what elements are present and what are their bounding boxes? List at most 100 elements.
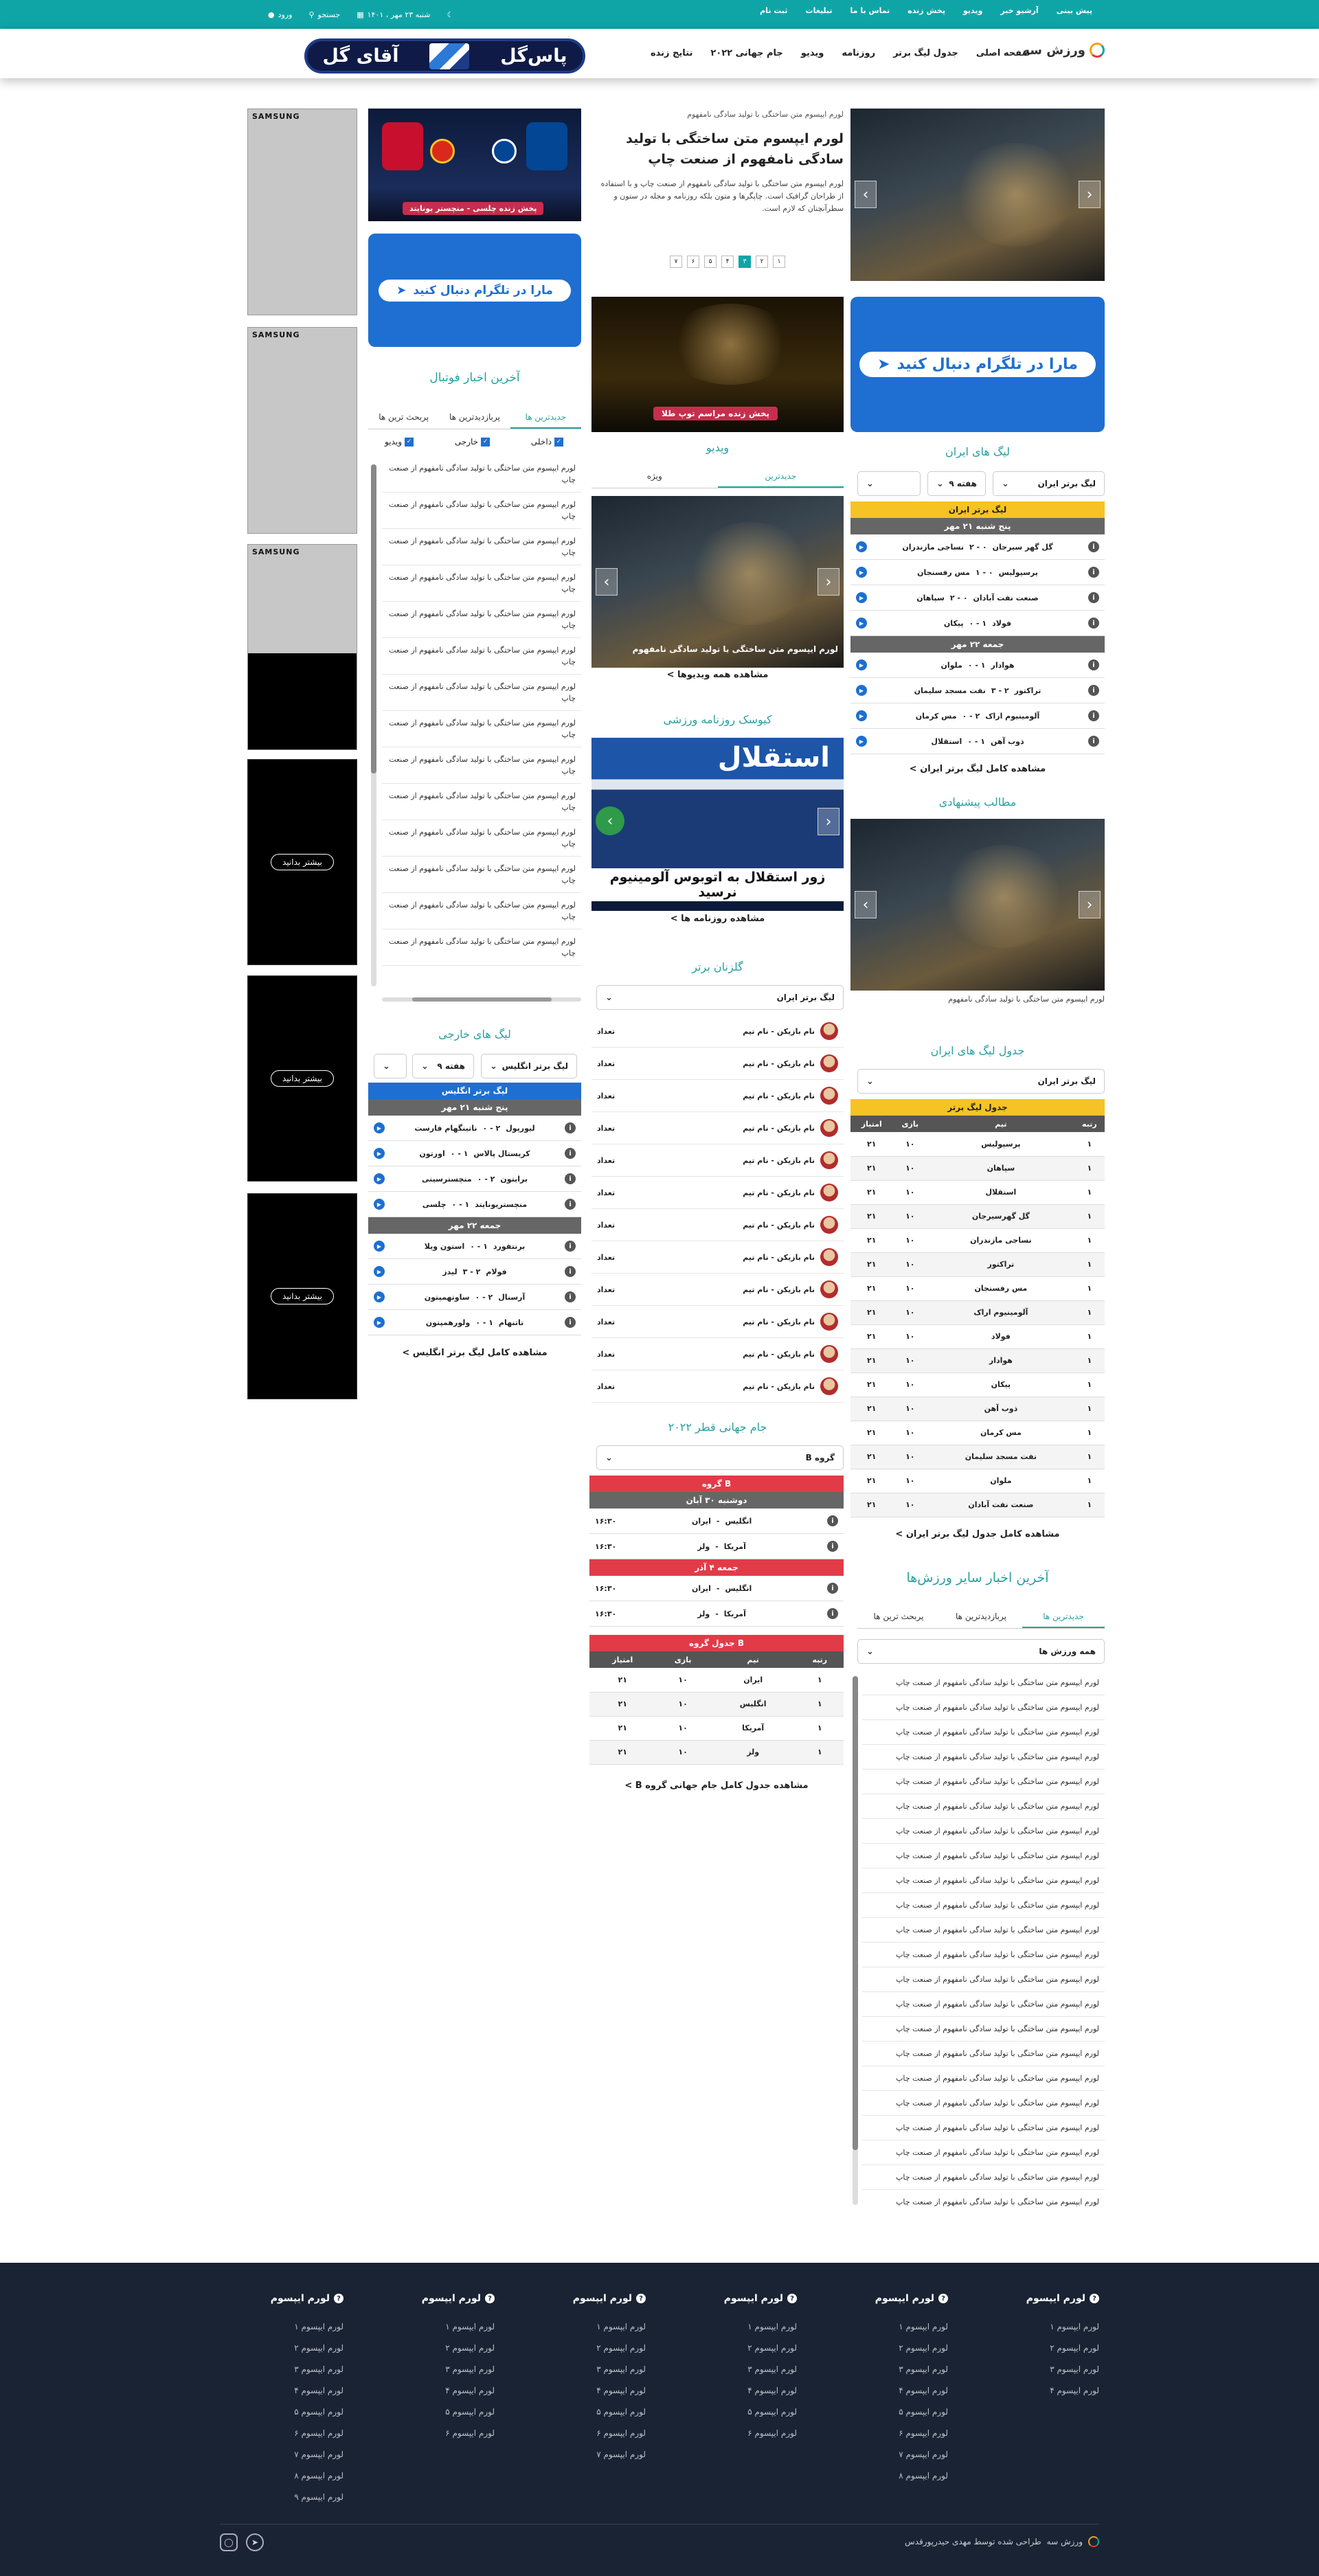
news-item[interactable]: لورم ایپسوم متن ساختگی با تولید سادگی نا… xyxy=(382,529,581,565)
news-item[interactable]: لورم ایپسوم متن ساختگی با تولید سادگی نا… xyxy=(382,747,581,784)
news-item[interactable]: لورم ایپسوم متن ساختگی با تولید سادگی نا… xyxy=(862,1844,1105,1868)
site-logo[interactable]: ورزش سه xyxy=(1022,43,1105,58)
match-row[interactable]: i انگلیس - ایران ۱۶:۳۰ xyxy=(589,1509,844,1534)
news-item[interactable]: لورم ایپسوم متن ساختگی با تولید سادگی نا… xyxy=(382,857,581,893)
scorer-row[interactable]: نام بازیکن - نام تیم تعداد xyxy=(591,1048,844,1080)
top-link-video[interactable]: ویدیو xyxy=(963,6,982,15)
standings-row[interactable]: ۱ ملوان ۱۰ ۲۱ xyxy=(850,1469,1105,1493)
news-item[interactable]: لورم ایپسوم متن ساختگی با تولید سادگی نا… xyxy=(862,2165,1105,2190)
other-sports-select[interactable]: همه ورزش ها ⌄ xyxy=(857,1639,1105,1664)
match-row[interactable]: i برنتفورد ۱ - ۰ استون ویلا ▶ xyxy=(368,1234,581,1259)
footer-link[interactable]: لورم ایپسوم ۳ xyxy=(398,2359,495,2380)
footer-link[interactable]: لورم ایپسوم ۲ xyxy=(398,2338,495,2359)
hero-dot[interactable]: ۷ xyxy=(670,256,682,268)
tab-video-special[interactable]: ویژه xyxy=(591,464,718,488)
nav-league-table[interactable]: جدول لیگ برتر xyxy=(893,48,958,58)
play-icon[interactable]: ▶ xyxy=(374,1199,385,1210)
filter-video[interactable]: ✓ ویدیو xyxy=(385,437,414,447)
standings-row[interactable]: ۱ انگلیس ۱۰ ۲۱ xyxy=(589,1692,844,1717)
play-icon[interactable]: ▶ xyxy=(856,592,867,603)
footer-link[interactable]: لورم ایپسوم ۴ xyxy=(398,2380,495,2402)
match-row[interactable]: i آرسنال ۲ - ۰ ساوتهمپتون ▶ xyxy=(368,1285,581,1310)
footer-link[interactable]: لورم ایپسوم ۶ xyxy=(247,2423,343,2444)
iran-table-more-link[interactable]: مشاهده کامل جدول لیگ برتر ایران > xyxy=(850,1529,1105,1539)
match-row[interactable]: i تراکتور ۲ - ۳ نفت مسجد سلیمان ▶ xyxy=(850,678,1105,703)
foreign-filter-select[interactable]: ⌄ xyxy=(374,1054,407,1078)
footer-link[interactable]: لورم ایپسوم ۷ xyxy=(852,2444,948,2465)
foreign-league-select[interactable]: لیگ برتر انگلیس ⌄ xyxy=(481,1054,577,1078)
footer-link[interactable]: لورم ایپسوم ۸ xyxy=(852,2465,948,2487)
scorer-row[interactable]: نام بازیکن - نام تیم تعداد xyxy=(591,1144,844,1177)
newspaper-prev-button[interactable]: ‹ xyxy=(596,806,624,835)
standings-row[interactable]: ۱ صنعت نفت آبادان ۱۰ ۲۱ xyxy=(850,1493,1105,1517)
footer-link[interactable]: لورم ایپسوم ۱ xyxy=(398,2316,495,2338)
iran-table-select[interactable]: لیگ برتر ایران ⌄ xyxy=(857,1069,1105,1094)
hero-dot[interactable]: ۵ xyxy=(704,256,717,268)
suggested-next-button[interactable]: › xyxy=(1079,891,1101,918)
footer-link[interactable]: لورم ایپسوم ۵ xyxy=(247,2402,343,2423)
scorer-row[interactable]: نام بازیکن - نام تیم تعداد xyxy=(591,1370,844,1403)
match-row[interactable]: i صنعت نفت آبادان ۰ - ۲ سپاهان ▶ xyxy=(850,585,1105,611)
checkbox-checked-icon[interactable]: ✓ xyxy=(554,437,563,447)
match-row[interactable]: i انگلیس - ایران ۱۶:۳۰ xyxy=(589,1576,844,1601)
news-item[interactable]: لورم ایپسوم متن ساختگی با تولید سادگی نا… xyxy=(862,1770,1105,1794)
play-icon[interactable]: ▶ xyxy=(856,567,867,578)
tab-newest[interactable]: جدیدترین ها xyxy=(1022,1605,1105,1628)
world-cup-select[interactable]: گروه B ⌄ xyxy=(596,1445,844,1470)
header-ad-banner[interactable]: پاس‌گل آقای گل xyxy=(304,38,585,74)
news-item[interactable]: لورم ایپسوم متن ساختگی با تولید سادگی نا… xyxy=(862,2190,1105,2213)
standings-row[interactable]: ۱ پیکان ۱۰ ۲۱ xyxy=(850,1372,1105,1397)
search-button[interactable]: ⚲ جستجو xyxy=(308,10,340,19)
footer-link[interactable]: لورم ایپسوم ۶ xyxy=(398,2423,495,2444)
press-more-link[interactable]: مشاهده روزنامه ها > xyxy=(591,914,844,924)
scorer-row[interactable]: نام بازیکن - نام تیم تعداد xyxy=(591,1209,844,1241)
news-item[interactable]: لورم ایپسوم متن ساختگی با تولید سادگی نا… xyxy=(862,2091,1105,2116)
suggested-caption[interactable]: لورم ایپسوم متن ساختگی با تولید سادگی نا… xyxy=(850,995,1105,1004)
standings-row[interactable]: ۱ تراکتور ۱۰ ۲۱ xyxy=(850,1252,1105,1277)
news-item[interactable]: لورم ایپسوم متن ساختگی با تولید سادگی نا… xyxy=(862,1918,1105,1943)
footer-link[interactable]: لورم ایپسوم ۹ xyxy=(247,2487,343,2508)
news-item[interactable]: لورم ایپسوم متن ساختگی با تولید سادگی نا… xyxy=(382,565,581,602)
footer-link[interactable]: لورم ایپسوم ۷ xyxy=(247,2444,343,2465)
info-icon[interactable]: i xyxy=(565,1173,576,1184)
match-row[interactable]: i کریستال پالاس ۱ - ۰ اورتون ▶ xyxy=(368,1141,581,1166)
news-item[interactable]: لورم ایپسوم متن ساختگی با تولید سادگی نا… xyxy=(862,1868,1105,1893)
news-item[interactable]: لورم ایپسوم متن ساختگی با تولید سادگی نا… xyxy=(382,602,581,638)
scorer-row[interactable]: نام بازیکن - نام تیم تعداد xyxy=(591,1080,844,1112)
info-icon[interactable]: i xyxy=(1088,710,1099,721)
footer-link[interactable]: لورم ایپسوم ۱ xyxy=(1003,2316,1099,2338)
info-icon[interactable]: i xyxy=(1088,567,1099,578)
scorer-row[interactable]: نام بازیکن - نام تیم تعداد xyxy=(591,1241,844,1274)
play-icon[interactable]: ▶ xyxy=(856,736,867,747)
ad-banner-dark[interactable]: بیشتر بدانید xyxy=(247,759,357,965)
video-image[interactable]: ‹ › لورم ایپسوم متن ساختگی با تولید سادگ… xyxy=(591,496,844,668)
top-link-register[interactable]: ثبت نام xyxy=(760,6,787,15)
hero-dot[interactable]: ۶ xyxy=(687,256,699,268)
match-row[interactable]: i لیورپول ۲ - ۰ ناتینگهام فارست ▶ xyxy=(368,1116,581,1141)
scorer-row[interactable]: نام بازیکن - نام تیم تعداد xyxy=(591,1306,844,1338)
info-icon[interactable]: i xyxy=(827,1608,838,1619)
news-item[interactable]: لورم ایپسوم متن ساختگی با تولید سادگی نا… xyxy=(382,638,581,675)
footer-link[interactable]: لورم ایپسوم ۲ xyxy=(701,2338,797,2359)
info-icon[interactable]: i xyxy=(565,1266,576,1277)
standings-row[interactable]: ۱ پرسپولیس ۱۰ ۲۱ xyxy=(850,1132,1105,1157)
foreign-week-select[interactable]: هفته ۹ ⌄ xyxy=(412,1054,474,1078)
top-link-archive[interactable]: آرشیو خبر xyxy=(1000,6,1038,15)
news-item[interactable]: لورم ایپسوم متن ساختگی با تولید سادگی نا… xyxy=(382,784,581,820)
top-link-ads[interactable]: تبلیغات xyxy=(806,6,833,15)
video-prev-button[interactable]: ‹ xyxy=(596,568,618,596)
news-item[interactable]: لورم ایپسوم متن ساختگی با تولید سادگی نا… xyxy=(862,1745,1105,1770)
hero-prev-button[interactable]: ‹ xyxy=(855,181,877,208)
hero-dot[interactable]: ۴ xyxy=(721,256,734,268)
hero-dot-active[interactable]: ۳ xyxy=(739,256,751,268)
footer-link[interactable]: لورم ایپسوم ۲ xyxy=(550,2338,646,2359)
play-icon[interactable]: ▶ xyxy=(856,541,867,552)
news-item[interactable]: لورم ایپسوم متن ساختگی با تولید سادگی نا… xyxy=(382,493,581,529)
info-icon[interactable]: i xyxy=(827,1583,838,1594)
login-button[interactable]: ● ورود xyxy=(268,10,292,19)
top-link-predict[interactable]: پیش بینی xyxy=(1057,6,1092,15)
match-row[interactable]: i ذوب آهن ۱ - ۰ استقلال ▶ xyxy=(850,729,1105,754)
footer-link[interactable]: لورم ایپسوم ۵ xyxy=(852,2402,948,2423)
hero-title[interactable]: لورم ایپسوم متن ساختگی با تولید سادگی نا… xyxy=(598,128,844,170)
footer-link[interactable]: لورم ایپسوم ۵ xyxy=(398,2402,495,2423)
